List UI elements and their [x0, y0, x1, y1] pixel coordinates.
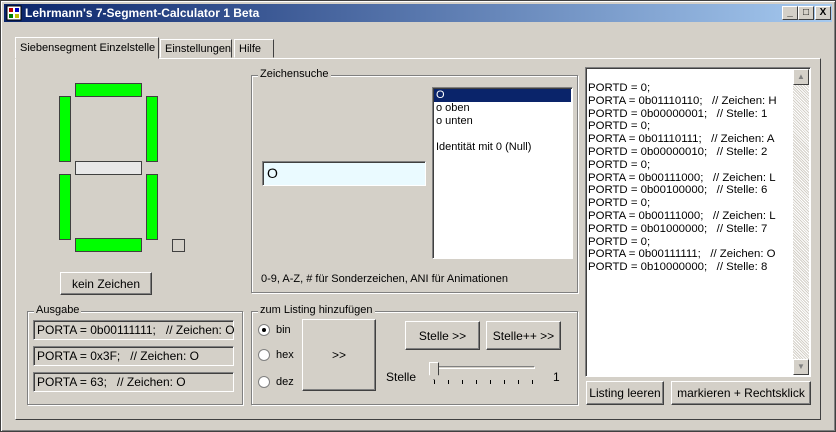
kein-zeichen-button[interactable]: kein Zeichen — [60, 272, 152, 295]
listing-line: PORTA = 0b01110110; // Zeichen: H — [588, 94, 777, 107]
stelle-button[interactable]: Stelle >> — [405, 321, 480, 350]
segment-b[interactable] — [146, 96, 158, 162]
slider-thumb[interactable] — [429, 362, 439, 380]
radio-dez[interactable]: dez — [258, 374, 294, 390]
tab-hilfe[interactable]: Hilfe — [234, 39, 274, 58]
mark-rightclick-button[interactable]: markieren + Rechtsklick — [671, 381, 811, 405]
segment-g[interactable] — [75, 161, 142, 175]
listing-line: PORTD = 0b00000010; // Stelle: 2 — [588, 145, 768, 158]
search-result-item[interactable]: O — [434, 89, 571, 102]
listing-line: PORTD = 0b00000001; // Stelle: 1 — [588, 107, 768, 120]
maximize-button[interactable]: □ — [798, 6, 814, 20]
listing-line: PORTA = 0b01110111; // Zeichen: A — [588, 133, 775, 146]
radio-dez-label: dez — [276, 376, 294, 388]
zeichensuche-title: Zeichensuche — [258, 68, 331, 80]
search-result-item[interactable]: o oben — [434, 102, 571, 115]
tab-siebensegment[interactable]: Siebensegment Einzelstelle — [15, 37, 159, 59]
slider-value: 1 — [553, 370, 560, 384]
listing-line: PORTA = 0b00111000; // Zeichen: L — [588, 209, 776, 222]
title-bar[interactable]: Lehrmann's 7-Segment-Calculator 1 Beta _… — [4, 4, 832, 22]
search-result-item[interactable]: o unten — [434, 115, 571, 128]
radio-hex-label: hex — [276, 349, 294, 361]
listing-text[interactable]: PORTD = 0; PORTA = 0b01110110; // Zeichen… — [588, 82, 794, 274]
listing-line: PORTD = 0; — [588, 197, 651, 210]
stelle-plus-plus-button[interactable]: Stelle++ >> — [486, 321, 561, 350]
search-input[interactable]: O — [262, 161, 426, 186]
ausgabe-dez[interactable]: PORTA = 63; // Zeichen: O — [33, 372, 234, 392]
radio-bin-circle[interactable] — [258, 324, 270, 336]
scroll-down-button[interactable]: ▼ — [793, 359, 809, 375]
listing-scrollbar[interactable]: ▲ ▼ — [793, 69, 809, 375]
radio-bin[interactable]: bin — [258, 322, 291, 338]
add-to-listing-button[interactable]: >> — [302, 319, 376, 391]
listing-line: PORTD = 0; — [588, 120, 651, 133]
listing-line: PORTA = 0b00111111; // Zeichen: O — [588, 248, 776, 261]
listing-line: PORTD = 0; — [588, 82, 651, 94]
listing-clear-button[interactable]: Listing leeren — [586, 381, 664, 405]
close-button[interactable]: X — [815, 6, 831, 20]
listing-line: PORTD = 0; — [588, 235, 651, 248]
segment-d[interactable] — [75, 238, 142, 252]
search-result-item[interactable]: Identität mit 0 (Null) — [434, 141, 571, 154]
segment-c[interactable] — [146, 174, 158, 240]
stelle-slider[interactable] — [429, 362, 537, 386]
segment-dp[interactable] — [172, 239, 185, 252]
listing-line: PORTA = 0b00111000; // Zeichen: L — [588, 171, 776, 184]
segment-a[interactable] — [75, 83, 142, 97]
radio-dez-circle[interactable] — [258, 376, 270, 388]
main-window: Lehrmann's 7-Segment-Calculator 1 Beta _… — [0, 0, 836, 432]
radio-hex-circle[interactable] — [258, 349, 270, 361]
window-title: Lehrmann's 7-Segment-Calculator 1 Beta — [25, 6, 260, 20]
segment-f[interactable] — [59, 96, 71, 162]
listing-line: PORTD = 0; — [588, 158, 651, 171]
listing-line: PORTD = 0b00100000; // Stelle: 6 — [588, 184, 768, 197]
listing-line: PORTD = 0b01000000; // Stelle: 7 — [588, 222, 768, 235]
zeichensuche-hint: 0-9, A-Z, # für Sonderzeichen, ANI für A… — [261, 273, 509, 285]
slider-track — [433, 366, 535, 369]
tab-einstellungen[interactable]: Einstellungen — [160, 39, 232, 58]
radio-hex[interactable]: hex — [258, 347, 294, 363]
search-result-item[interactable] — [434, 128, 571, 141]
ausgabe-bin[interactable]: PORTA = 0b00111111; // Zeichen: O — [33, 320, 235, 340]
ausgabe-hex[interactable]: PORTA = 0x3F; // Zeichen: O — [33, 346, 234, 366]
search-results-list[interactable]: Oo oben o unten Identität mit 0 (Null) — [432, 87, 573, 259]
app-icon — [6, 5, 22, 21]
slider-label: Stelle — [386, 370, 417, 384]
listing-add-title: zum Listing hinzufügen — [258, 304, 375, 316]
segment-e[interactable] — [59, 174, 71, 240]
listing-line: PORTD = 0b10000000; // Stelle: 8 — [588, 261, 768, 274]
listing-textarea[interactable]: PORTD = 0; PORTA = 0b01110110; // Zeichen… — [585, 67, 811, 377]
ausgabe-title: Ausgabe — [34, 304, 82, 316]
minimize-button[interactable]: _ — [782, 6, 798, 20]
radio-bin-label: bin — [276, 324, 291, 336]
scroll-up-button[interactable]: ▲ — [793, 69, 809, 85]
